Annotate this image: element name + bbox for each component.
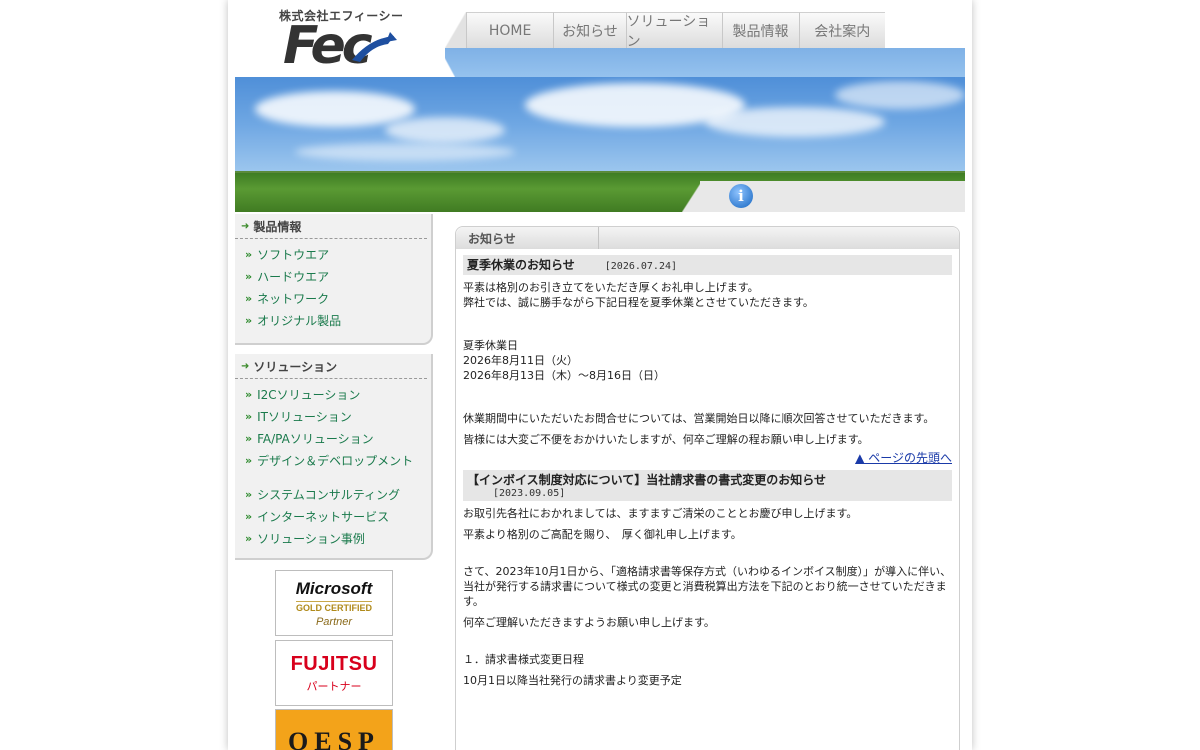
article-text: 夏季休業日 xyxy=(463,339,518,352)
sidebar-item-internet[interactable]: » インターネットサービス xyxy=(245,507,431,529)
sidebar: ➜ 製品情報 » ソフトウエア » ハードウエア » ネットワーク » オリジナル製品 … xyxy=(235,212,435,750)
solutions-menu: ➜ ソリューション » I2Cソリューション » ITソリューション » FA/PAソ… xyxy=(235,354,433,560)
microsoft-badge-level: GOLD CERTIFIED xyxy=(296,600,372,613)
sidebar-item-label: I2Cソリューション xyxy=(257,388,361,402)
sidebar-item-original[interactable]: » オリジナル製品 xyxy=(245,311,431,333)
news-panel: お知らせ 夏季休業のお知らせ [2026.07.24] 平素は格別のお引き立てを… xyxy=(455,226,960,750)
cloud xyxy=(255,91,415,127)
article-text: さて、2023年10月1日から、「適格請求書等保存方式（いわゆるインボイス制度）… xyxy=(463,565,952,608)
sidebar-item-label: デザイン＆デベロップメント xyxy=(257,454,414,468)
sidebar-item-label: ソリューション事例 xyxy=(257,532,365,546)
arrow-icon: ➜ xyxy=(241,360,250,372)
page: 株式会社エフィーシー Fec HOME お知らせ ソリューション 製品情報 会社… xyxy=(235,0,965,750)
sidebar-item-label: ネットワーク xyxy=(257,292,330,306)
sidebar-item-it[interactable]: » ITソリューション xyxy=(245,407,431,429)
article-title: 夏季休業のお知らせ xyxy=(467,258,575,272)
sidebar-item-cases[interactable]: » ソリューション事例 xyxy=(245,529,431,551)
sidebar-item-network[interactable]: » ネットワーク xyxy=(245,289,431,311)
news-content: 夏季休業のお知らせ [2026.07.24] 平素は格別のお引き立てをいただき厚… xyxy=(456,249,959,688)
article-text: １．請求書様式変更日程 xyxy=(463,653,584,666)
article-header: 夏季休業のお知らせ [2026.07.24] xyxy=(463,255,952,275)
article-text: 2026年8月11日（火） xyxy=(463,354,578,367)
nav-products[interactable]: 製品情報 xyxy=(721,12,799,48)
sidebar-item-label: ハードウエア xyxy=(257,270,330,284)
solutions-menu-header: ➜ ソリューション xyxy=(235,354,427,379)
sidebar-item-label: オリジナル製品 xyxy=(257,314,342,328)
double-chevron-icon: » xyxy=(245,248,252,261)
nav-solutions[interactable]: ソリューション xyxy=(625,12,722,50)
article-text: 平素より格別のご高配を賜り、 厚く御礼申し上げます。 xyxy=(463,528,742,541)
solutions-menu-title: ソリューション xyxy=(253,359,338,374)
article-text: 10月1日以降当社発行の請求書より変更予定 xyxy=(463,674,682,687)
products-menu: ➜ 製品情報 » ソフトウエア » ハードウエア » ネットワーク » オリジナル製品 xyxy=(235,214,433,345)
article-text: 何卒ご理解いただきますようお願い申し上げます。 xyxy=(463,616,715,629)
header-sky-band xyxy=(445,48,965,77)
sidebar-item-label: FA/PAソリューション xyxy=(257,432,374,446)
double-chevron-icon: » xyxy=(245,432,252,445)
sidebar-item-label: ITソリューション xyxy=(257,410,352,424)
sidebar-item-i2c[interactable]: » I2Cソリューション xyxy=(245,385,431,407)
article-header: 【インボイス制度対応について】当社請求書の書式変更のお知らせ [2023.09.… xyxy=(463,470,952,501)
info-icon[interactable]: i xyxy=(729,184,753,208)
global-nav: HOME お知らせ ソリューション 製品情報 会社案内 xyxy=(445,12,886,50)
logo-area[interactable]: 株式会社エフィーシー Fec xyxy=(235,0,445,77)
fujitsu-badge-sub: パートナー xyxy=(306,679,362,693)
news-panel-title: お知らせ xyxy=(456,227,599,249)
double-chevron-icon: » xyxy=(245,454,252,467)
microsoft-badge-title: Microsoft xyxy=(295,578,373,598)
nav-news[interactable]: お知らせ xyxy=(553,12,626,48)
back-to-top-link[interactable]: ▲ ページの先頭へ xyxy=(855,451,952,465)
sidebar-item-label: ソフトウエア xyxy=(257,248,330,262)
nav-home[interactable]: HOME xyxy=(465,12,554,48)
fujitsu-badge-title: FUJITSU xyxy=(290,652,378,675)
double-chevron-icon: » xyxy=(245,270,252,283)
sidebar-item-label: システムコンサルティング xyxy=(257,488,401,502)
sidebar-item-design[interactable]: » デザイン＆デベロップメント xyxy=(245,451,431,485)
double-chevron-icon: » xyxy=(245,292,252,305)
sidebar-item-hardware[interactable]: » ハードウエア xyxy=(245,267,431,289)
header-divider xyxy=(435,40,455,77)
double-chevron-icon: » xyxy=(245,410,252,423)
article-text: 2026年8月13日（木）～8月16日（日） xyxy=(463,369,665,382)
double-chevron-icon: » xyxy=(245,388,252,401)
double-chevron-icon: » xyxy=(245,488,252,501)
cloud xyxy=(385,117,505,143)
products-menu-title: 製品情報 xyxy=(253,219,302,234)
back-to-top-row: ▲ ページの先頭へ xyxy=(463,449,952,466)
oesp-badge-title: OESP xyxy=(288,727,380,750)
sidebar-item-software[interactable]: » ソフトウエア xyxy=(245,245,431,267)
double-chevron-icon: » xyxy=(245,532,252,545)
hero-banner: i xyxy=(235,77,965,212)
sidebar-item-label: インターネットサービス xyxy=(257,510,390,524)
article-title: 【インボイス制度対応について】当社請求書の書式変更のお知らせ xyxy=(467,473,827,487)
hero-tab-divider xyxy=(682,181,702,212)
article-date: [2026.07.24] xyxy=(604,261,678,272)
news-panel-header: お知らせ xyxy=(456,227,959,249)
article-text: 皆様には大変ご不便をおかけいたしますが、何卒ご理解の程お願い申し上げます。 xyxy=(463,433,869,446)
microsoft-partner-badge[interactable]: Microsoft GOLD CERTIFIED Partner xyxy=(275,570,393,636)
oesp-badge[interactable]: OESP xyxy=(275,709,393,750)
arrow-icon: ➜ xyxy=(241,220,250,232)
cloud xyxy=(295,143,515,161)
article-text: お取引先各社におかれましては、ますますご清栄のこととお慶び申し上げます。 xyxy=(463,507,858,520)
double-chevron-icon: » xyxy=(245,510,252,523)
nav-company[interactable]: 会社案内 xyxy=(798,12,886,48)
products-menu-header: ➜ 製品情報 xyxy=(235,214,427,239)
cloud xyxy=(705,107,885,137)
fujitsu-partner-badge[interactable]: FUJITSU パートナー xyxy=(275,640,393,706)
article-text: 平素は格別のお引き立てをいただき厚くお礼申し上げます。 xyxy=(463,281,759,294)
article-text: 休業期間中にいただいたお問合せについては、営業開始日以降に順次回答させていただき… xyxy=(463,412,935,425)
logo-swoosh-icon xyxy=(352,32,397,62)
sidebar-item-consulting[interactable]: » システムコンサルティング xyxy=(245,485,431,507)
double-chevron-icon: » xyxy=(245,314,252,327)
article-text: 弊社では、誠に勝手ながら下記日程を夏季休業とさせていただきます。 xyxy=(463,296,814,309)
microsoft-badge-sub: Partner xyxy=(315,615,353,628)
sidebar-item-fapa[interactable]: » FA/PAソリューション xyxy=(245,429,431,451)
cloud xyxy=(835,81,965,109)
article-date: [2023.09.05] xyxy=(493,488,566,499)
